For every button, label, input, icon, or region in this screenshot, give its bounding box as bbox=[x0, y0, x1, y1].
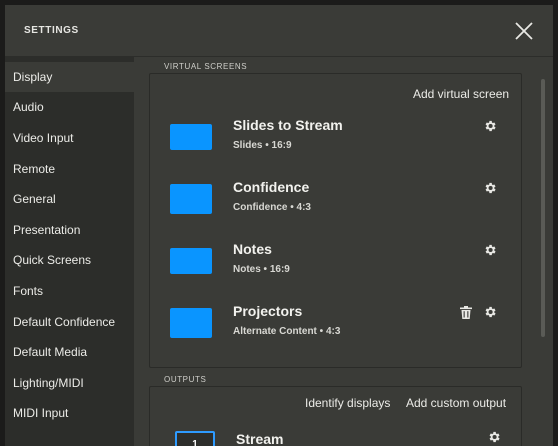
screen-subtitle: Alternate Content • 4:3 bbox=[233, 326, 341, 337]
sidebar-item-fonts[interactable]: Fonts bbox=[5, 276, 134, 306]
sidebar-item-presentation[interactable]: Presentation bbox=[5, 215, 134, 245]
sidebar-item-default-media[interactable]: Default Media bbox=[5, 337, 134, 367]
sidebar-item-midi-input[interactable]: MIDI Input bbox=[5, 398, 134, 428]
sidebar-item-label: Lighting/MIDI bbox=[13, 376, 84, 390]
sidebar-item-label: Default Confidence bbox=[13, 315, 116, 329]
sidebar-item-default-confidence[interactable]: Default Confidence bbox=[5, 307, 134, 337]
output-thumbnail[interactable]: 1 bbox=[175, 431, 215, 446]
sidebar-item-general[interactable]: General bbox=[5, 184, 134, 214]
sidebar-item-label: Fonts bbox=[13, 284, 44, 298]
trash-icon[interactable] bbox=[460, 306, 472, 319]
virtual-screen-row[interactable]: Projectors Alternate Content • 4:3 bbox=[150, 298, 523, 350]
section-label-virtual-screens: VIRTUAL SCREENS bbox=[164, 62, 248, 71]
output-number: 1 bbox=[192, 439, 198, 446]
sidebar-item-audio[interactable]: Audio bbox=[5, 92, 134, 122]
gear-icon[interactable] bbox=[487, 430, 501, 444]
add-custom-output-button[interactable]: Add custom output bbox=[406, 396, 506, 410]
screen-name: Confidence bbox=[233, 179, 310, 195]
add-virtual-screen-button[interactable]: Add virtual screen bbox=[413, 87, 509, 101]
identify-displays-button[interactable]: Identify displays bbox=[305, 396, 390, 410]
sidebar-item-video-input[interactable]: Video Input bbox=[5, 123, 134, 153]
content-scrollbar[interactable] bbox=[541, 79, 545, 337]
sidebar-item-label: Presentation bbox=[13, 223, 81, 237]
screen-subtitle: Notes • 16:9 bbox=[233, 264, 290, 275]
sidebar-item-label: Audio bbox=[13, 100, 44, 114]
screen-name: Notes bbox=[233, 241, 272, 257]
output-name: Stream bbox=[236, 431, 284, 446]
gear-icon[interactable] bbox=[483, 305, 497, 319]
virtual-screens-section: VIRTUAL SCREENS Add virtual screen Slide… bbox=[149, 62, 523, 368]
sidebar-item-label: General bbox=[13, 192, 56, 206]
virtual-screen-row[interactable]: Confidence Confidence • 4:3 bbox=[150, 174, 523, 226]
screen-thumbnail bbox=[170, 308, 212, 338]
close-icon[interactable] bbox=[511, 18, 537, 44]
sidebar-item-label: Default Media bbox=[13, 345, 88, 359]
sidebar-item-remote[interactable]: Remote bbox=[5, 154, 134, 184]
screen-subtitle: Confidence • 4:3 bbox=[233, 202, 311, 213]
screen-thumbnail bbox=[170, 184, 212, 214]
screen-name: Projectors bbox=[233, 303, 303, 319]
section-label-outputs: OUTPUTS bbox=[164, 375, 207, 384]
virtual-screen-row[interactable]: Notes Notes • 16:9 bbox=[150, 236, 523, 288]
settings-sidebar: Display Audio Video Input Remote General… bbox=[5, 57, 134, 446]
sidebar-item-label: Quick Screens bbox=[13, 253, 92, 267]
gear-icon[interactable] bbox=[483, 119, 497, 133]
sidebar-item-label: MIDI Input bbox=[13, 406, 69, 420]
title-bar: SETTINGS bbox=[5, 5, 553, 57]
virtual-screen-row[interactable]: Slides to Stream Slides • 16:9 bbox=[150, 112, 523, 164]
sidebar-item-lighting-midi[interactable]: Lighting/MIDI bbox=[5, 368, 134, 398]
sidebar-item-label: Video Input bbox=[13, 131, 74, 145]
sidebar-item-label: Remote bbox=[13, 162, 56, 176]
settings-window: SETTINGS Display Audio Video Input Remot… bbox=[5, 5, 553, 446]
gear-icon[interactable] bbox=[483, 181, 497, 195]
gear-icon[interactable] bbox=[483, 243, 497, 257]
window-title: SETTINGS bbox=[24, 25, 79, 36]
screen-subtitle: Slides • 16:9 bbox=[233, 140, 292, 151]
screen-name: Slides to Stream bbox=[233, 117, 343, 133]
sidebar-item-label: Display bbox=[13, 70, 53, 84]
settings-content: VIRTUAL SCREENS Add virtual screen Slide… bbox=[134, 57, 553, 446]
screen-thumbnail bbox=[170, 124, 212, 150]
screen-thumbnail bbox=[170, 248, 212, 274]
sidebar-item-quick-screens[interactable]: Quick Screens bbox=[5, 245, 134, 275]
sidebar-item-display[interactable]: Display bbox=[5, 62, 134, 92]
